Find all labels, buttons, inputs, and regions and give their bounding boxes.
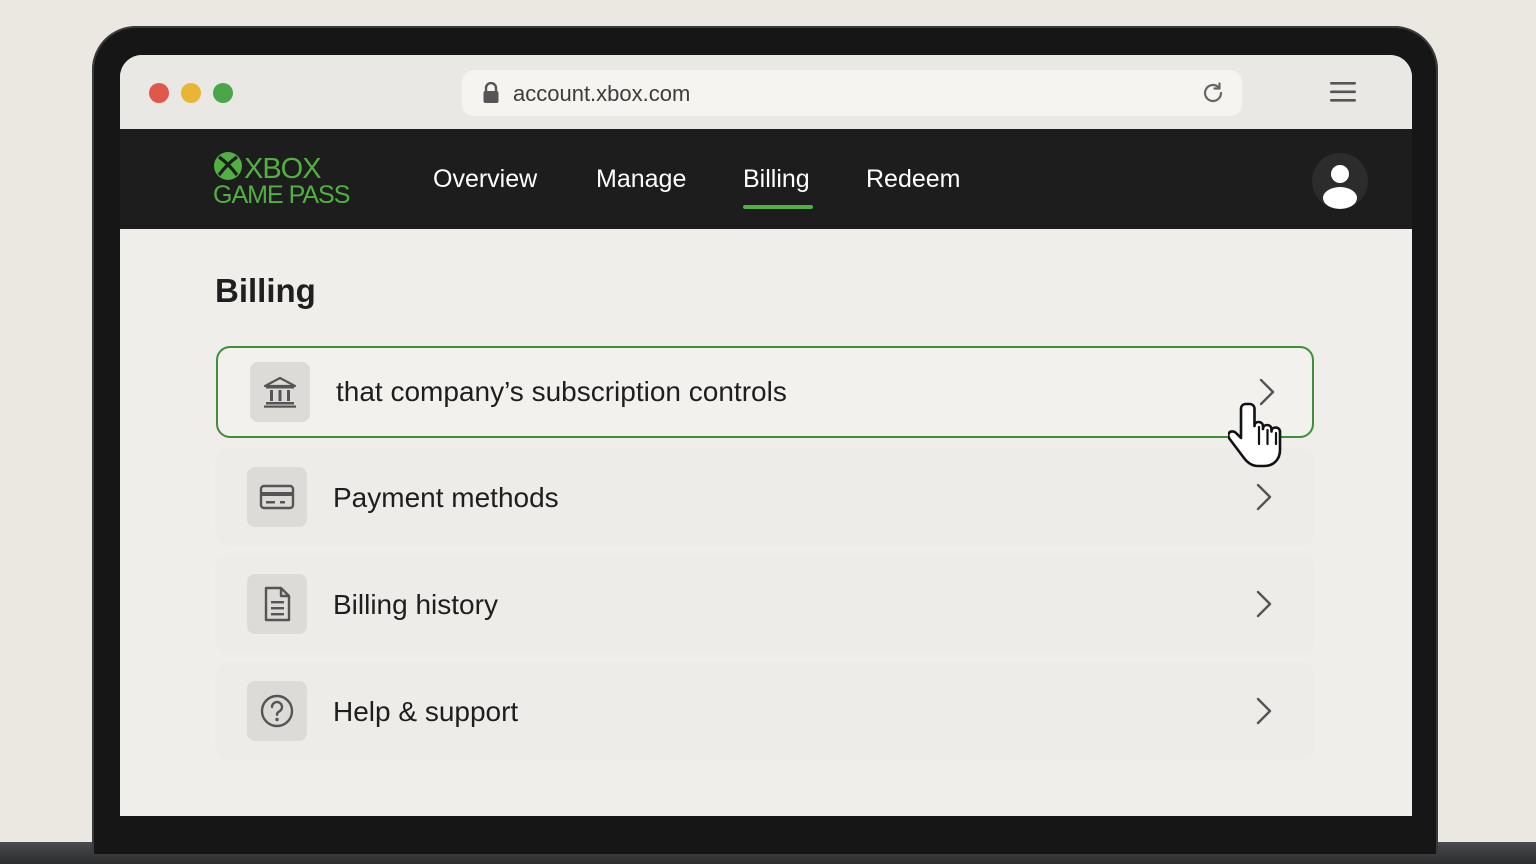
nav-manage[interactable]: Manage <box>596 165 686 194</box>
maximize-window-button[interactable] <box>213 83 233 103</box>
url-text: account.xbox.com <box>513 81 691 106</box>
credit-card-icon <box>247 467 307 527</box>
site-navbar: XBOX GAME PASS Overview Manage Billing R… <box>120 129 1412 229</box>
page-title: Billing <box>215 272 316 309</box>
address-bar[interactable]: account.xbox.com <box>462 70 1242 116</box>
user-icon <box>1323 165 1357 209</box>
reload-icon[interactable] <box>1200 80 1226 111</box>
card-label: Help & support <box>333 696 519 727</box>
chevron-right-icon <box>1255 590 1273 623</box>
nav-billing[interactable]: Billing <box>743 165 810 194</box>
nav-overview[interactable]: Overview <box>433 165 537 194</box>
help-support-card[interactable]: Help & support <box>215 662 1315 760</box>
subscription-controls-card[interactable]: that company’s subscription controls <box>216 346 1314 438</box>
card-label: Payment methods <box>333 482 559 513</box>
billing-history-card[interactable]: Billing history <box>215 555 1315 653</box>
xbox-game-pass-logo[interactable]: XBOX GAME PASS <box>213 151 363 211</box>
browser-toolbar: account.xbox.com <box>120 55 1412 129</box>
bank-icon <box>250 362 310 422</box>
chevron-right-icon <box>1255 483 1273 516</box>
card-label: Billing history <box>333 589 498 620</box>
payment-methods-card[interactable]: Payment methods <box>215 448 1315 546</box>
document-icon <box>247 574 307 634</box>
minimize-window-button[interactable] <box>181 83 201 103</box>
browser-window: account.xbox.com XBOX GAME PASS Overview… <box>120 55 1412 816</box>
question-icon <box>247 681 307 741</box>
lock-icon <box>482 81 500 109</box>
logo-wordmark: XBOX <box>244 152 322 185</box>
card-label: that company’s subscription controls <box>336 376 787 407</box>
logo-subtitle: GAME PASS <box>213 181 350 209</box>
active-nav-indicator <box>743 205 813 209</box>
close-window-button[interactable] <box>149 83 169 103</box>
avatar[interactable] <box>1312 153 1368 209</box>
chevron-right-icon <box>1255 697 1273 730</box>
hand-pointer-cursor-icon <box>1226 400 1288 477</box>
hamburger-menu-icon[interactable] <box>1329 81 1357 108</box>
nav-redeem[interactable]: Redeem <box>866 165 961 194</box>
